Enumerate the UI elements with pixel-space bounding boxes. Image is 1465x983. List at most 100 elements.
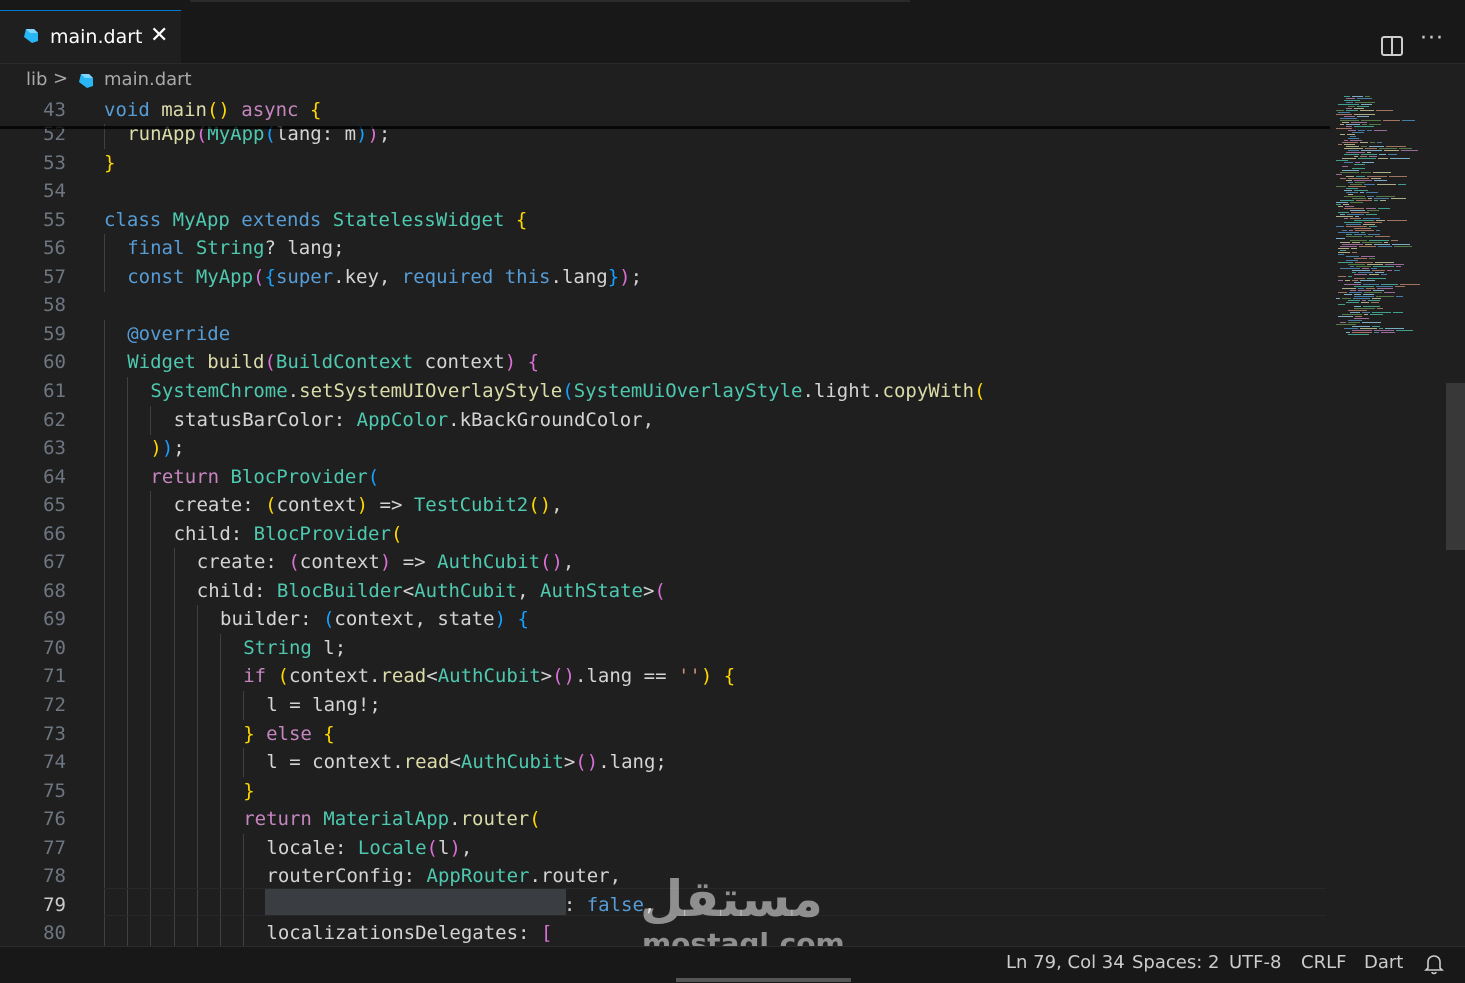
code-token: > [563, 751, 576, 774]
minimap-line [1345, 280, 1350, 281]
breadcrumb-file[interactable]: main.dart [104, 69, 192, 90]
minimap-line [1344, 140, 1348, 141]
minimap-line [1370, 314, 1383, 315]
code-line[interactable]: 67 create: (context) => AuthCubit(), [0, 548, 1330, 578]
minimap-line [1365, 148, 1377, 149]
line-number: 64 [43, 465, 66, 488]
indent-guide [127, 691, 129, 720]
scrollbar-thumb[interactable] [1446, 383, 1465, 550]
code-line[interactable]: 62 statusBarColor: AppColor.kBackGroundCo… [0, 405, 1330, 435]
minimap-line [1352, 330, 1372, 331]
code-line[interactable]: 56 final String? lang; [0, 234, 1330, 264]
minimap-line [1336, 110, 1344, 111]
code-token: } [104, 151, 116, 174]
more-actions-icon[interactable]: ··· [1420, 26, 1444, 51]
file-encoding[interactable]: UTF-8 [1229, 952, 1281, 973]
code-line[interactable]: 71 if (context.read<AuthCubit>().lang == … [0, 662, 1330, 692]
code-line[interactable]: 70 String l; [0, 633, 1330, 663]
minimap-line [1360, 110, 1374, 111]
indent-guide [104, 605, 105, 635]
indent-guide [104, 862, 105, 892]
minimap-line [1378, 246, 1392, 247]
minimap-line [1360, 156, 1367, 157]
code-line[interactable]: 61 SystemChrome.setSystemUIOverlayStyle(S… [0, 376, 1330, 406]
code-line[interactable]: 69 builder: (context, state) { [0, 605, 1330, 635]
code-line[interactable]: 64 return BlocProvider( [0, 462, 1330, 492]
code-line[interactable]: 63)); [0, 434, 1330, 464]
minimap-line [1344, 218, 1348, 219]
minimap-line [1349, 230, 1353, 231]
minimap-line [1374, 330, 1394, 331]
minimap-line [1350, 240, 1367, 241]
code-token: ) [700, 665, 724, 688]
code-line[interactable]: 65 create: (context) => TestCubit2(), [0, 491, 1330, 521]
indent-guide [104, 633, 105, 663]
minimap-line [1376, 220, 1385, 221]
code-token: { [517, 608, 529, 631]
indent-guide [243, 748, 245, 778]
code-token: ( [367, 465, 380, 488]
code-text: builder: (context, state) { [220, 605, 529, 633]
minimap-line [1361, 232, 1365, 233]
line-ending[interactable]: CRLF [1301, 952, 1346, 973]
code-line[interactable]: 55 class MyApp extends StatelessWidget { [0, 206, 1330, 234]
code-line[interactable]: 74 l = context.read<AuthCubit>().lang; [0, 748, 1330, 778]
code-token: child: [196, 579, 277, 602]
code-line[interactable]: 58 [0, 291, 1330, 319]
language-mode[interactable]: Dart [1364, 952, 1403, 973]
indent-guide [127, 376, 129, 406]
code-line[interactable]: 72 l = lang!; [0, 691, 1330, 720]
code-text: locale: Locale(l), [266, 834, 472, 862]
minimap-line [1352, 252, 1357, 253]
indent-guide [127, 462, 129, 492]
code-line[interactable]: 75} [0, 776, 1330, 806]
code-line[interactable]: 43 void main() async { [0, 96, 1330, 124]
minimap-line [1360, 280, 1375, 281]
bell-icon[interactable] [1424, 953, 1444, 975]
indent-guide [127, 405, 129, 435]
minimap-line [1344, 222, 1362, 223]
minimap-line [1363, 306, 1380, 307]
code-line[interactable]: 54 [0, 177, 1330, 205]
code-token: extends [241, 208, 333, 231]
code-line[interactable]: 53} [0, 149, 1330, 177]
minimap-line [1361, 302, 1369, 303]
code-line[interactable]: 77 locale: Locale(l), [0, 833, 1330, 863]
minimap-line [1346, 256, 1359, 257]
split-editor-icon[interactable] [1381, 36, 1403, 56]
breadcrumb-folder[interactable]: lib [26, 69, 47, 90]
minimap-line [1344, 116, 1355, 117]
minimap-line [1354, 318, 1369, 319]
code-line[interactable]: 57 const MyApp({super.key, required this.… [0, 262, 1330, 292]
indentation-setting[interactable]: Spaces: 2 [1132, 952, 1219, 973]
tab-main-dart[interactable]: main.dart ✕ [0, 10, 181, 63]
indent-guide [220, 776, 221, 806]
minimap-line [1338, 252, 1350, 253]
line-number: 72 [43, 694, 66, 716]
minimap-line [1342, 166, 1348, 167]
code-line[interactable]: 60 Widget build(BuildContext context) { [0, 348, 1330, 378]
minimap-line [1344, 208, 1364, 209]
indent-guide [104, 319, 105, 349]
code-line[interactable]: 76 return MaterialApp.router( [0, 805, 1330, 835]
line-number: 65 [43, 494, 66, 517]
code-line[interactable]: 66 child: BlocProvider( [0, 519, 1330, 549]
chevron-right-icon: > [53, 68, 69, 89]
minimap-line [1367, 176, 1387, 177]
close-icon[interactable]: ✕ [150, 23, 168, 48]
minimap[interactable] [1330, 96, 1430, 336]
code-token: } [243, 722, 267, 745]
panel-resize-handle[interactable] [676, 978, 851, 982]
code-token: create: [173, 494, 266, 517]
minimap-line [1377, 184, 1396, 185]
code-line[interactable]: 73} else { [0, 719, 1330, 749]
minimap-line [1351, 212, 1369, 213]
cursor-position[interactable]: Ln 79, Col 34 [1006, 952, 1125, 973]
code-line[interactable]: 59 @override [0, 319, 1330, 349]
code-token: String [195, 237, 265, 260]
minimap-line [1379, 328, 1383, 329]
code-line[interactable]: 68 child: BlocBuilder<AuthCubit, AuthStat… [0, 576, 1330, 606]
code-line[interactable]: 52 runApp(MyApp(lang: m)); [0, 120, 1330, 149]
code-editor[interactable]: 43 void main() async {52 runApp(MyApp(lang… [0, 96, 1330, 946]
minimap-line [1364, 236, 1373, 237]
